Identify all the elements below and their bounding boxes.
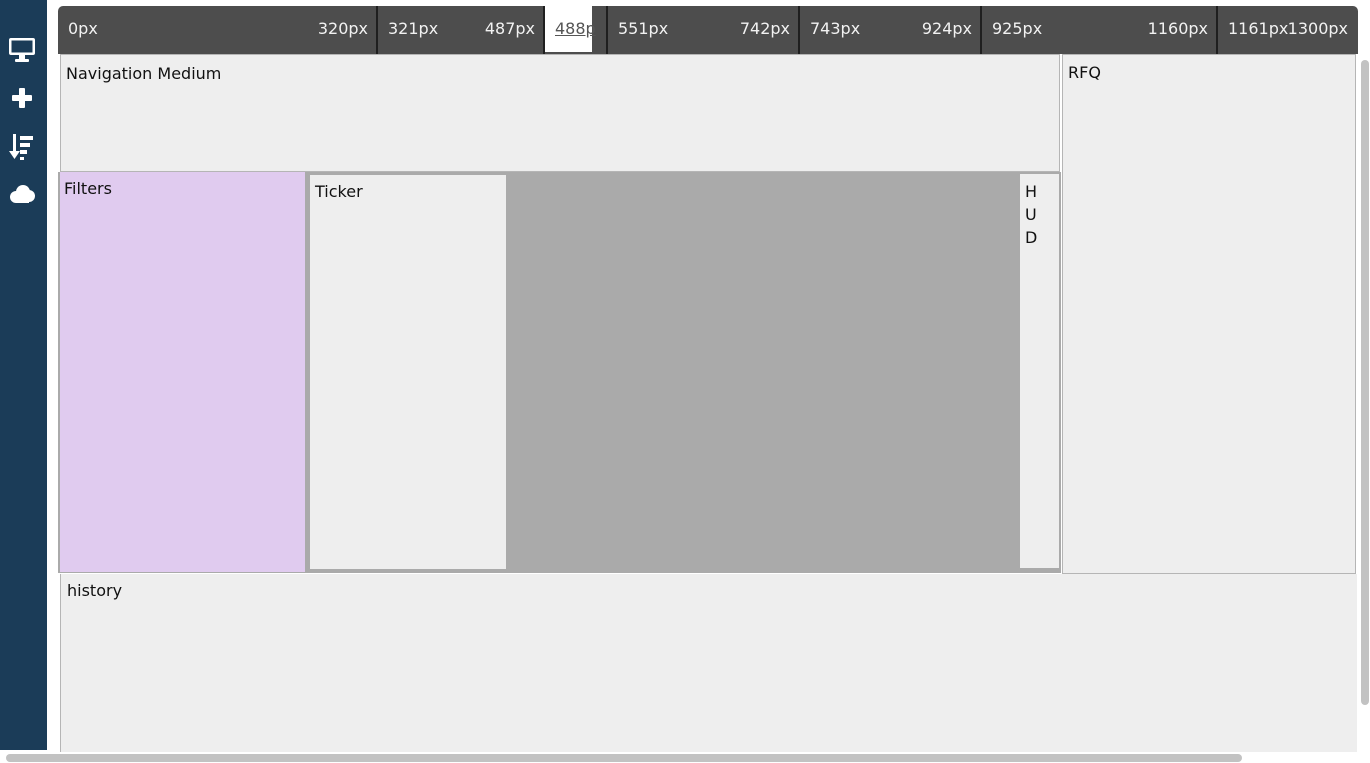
filters-panel: Filters [60, 172, 305, 572]
rfq-panel: RFQ [1062, 54, 1356, 574]
ticker-label: Ticker [315, 182, 363, 201]
navigation-panel: Navigation Medium [60, 54, 1060, 172]
history-panel: history [60, 574, 1357, 752]
breakpoint-min: 1161px [1228, 19, 1289, 38]
filters-label: Filters [64, 179, 112, 198]
breakpoint-max: 487px [484, 19, 535, 38]
breakpoint-min: 925px [992, 19, 1043, 38]
breakpoint-segment-2[interactable]: 488p [545, 6, 608, 54]
breakpoint-max: 1300px [1287, 19, 1348, 38]
rfq-label: RFQ [1068, 63, 1101, 82]
sidebar [0, 0, 47, 750]
cloud-icon[interactable] [0, 178, 43, 210]
history-label: history [67, 581, 123, 600]
breakpoint-min: 321px [388, 19, 439, 38]
breakpoint-min: 0px [68, 19, 98, 38]
sort-icon[interactable] [0, 131, 43, 163]
breakpoint-min: 551px [618, 19, 669, 38]
breakpoint-segment-4[interactable]: 743px 924px [800, 6, 982, 54]
breakpoint-min: 488p [555, 19, 596, 38]
breakpoint-ruler: 0px 320px 321px 487px 488p 551px 742px 7… [58, 6, 1358, 54]
breakpoint-segment-1[interactable]: 321px 487px [378, 6, 545, 54]
hud-label: HUD [1025, 182, 1038, 247]
vertical-scrollbar[interactable] [1361, 60, 1369, 705]
hud-panel: HUD [1020, 174, 1059, 568]
breakpoint-segment-0[interactable]: 0px 320px [58, 6, 378, 54]
breakpoint-max: 320px [317, 19, 368, 38]
breakpoint-max: 742px [739, 19, 790, 38]
breakpoint-max: 1160px [1147, 19, 1208, 38]
ticker-panel: Ticker [310, 175, 506, 569]
horizontal-scrollbar[interactable] [6, 754, 1242, 762]
plus-icon[interactable] [0, 82, 43, 114]
breakpoint-min: 743px [810, 19, 861, 38]
navigation-label: Navigation Medium [66, 64, 222, 83]
breakpoint-segment-5[interactable]: 925px 1160px [982, 6, 1218, 54]
breakpoint-segment-3[interactable]: 551px 742px [608, 6, 800, 54]
breakpoint-max: 924px [921, 19, 972, 38]
desktop-icon[interactable] [0, 34, 43, 66]
breakpoint-segment-6[interactable]: 1161px 1300px [1218, 6, 1358, 54]
